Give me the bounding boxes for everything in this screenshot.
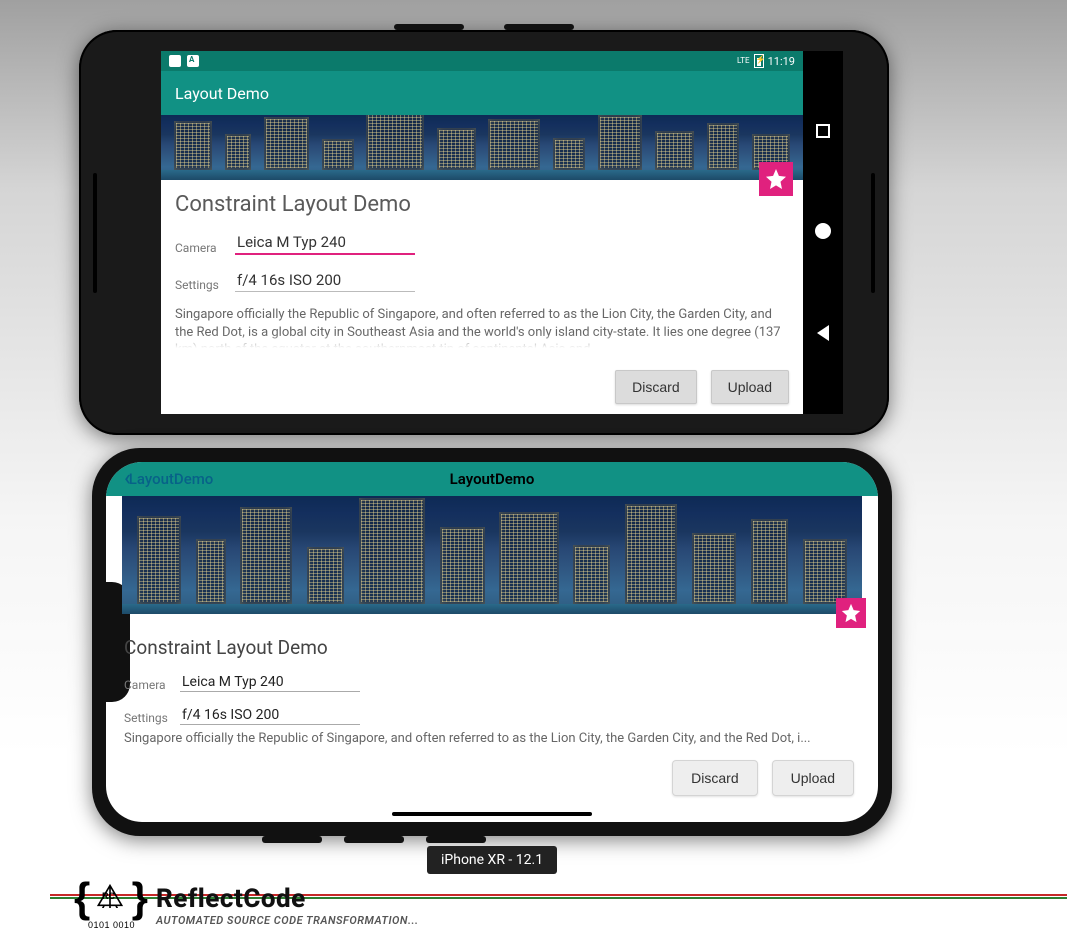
ios-back-label: LayoutDemo xyxy=(129,470,214,488)
iphone-screen: ‹ LayoutDemo LayoutDemo C xyxy=(106,462,878,822)
ios-nav-title: LayoutDemo xyxy=(450,470,535,488)
android-nav-bar xyxy=(803,51,843,414)
camera-input[interactable] xyxy=(235,231,415,255)
ios-nav-bar: ‹ LayoutDemo LayoutDemo xyxy=(106,462,878,496)
camera-input[interactable] xyxy=(180,673,360,692)
footer: { RC } 0101 0010 ReflectCode Automated s… xyxy=(0,880,1067,928)
status-time: 11:19 xyxy=(768,55,795,68)
keyboard-icon xyxy=(187,55,199,67)
discard-button[interactable]: Discard xyxy=(672,760,757,796)
settings-label: Settings xyxy=(175,278,223,292)
android-status-bar: LTE 11:19 xyxy=(161,51,803,71)
page-title: Constraint Layout Demo xyxy=(175,192,789,217)
home-button[interactable] xyxy=(815,223,831,239)
hero-image xyxy=(122,496,862,614)
device-label: iPhone XR - 12.1 xyxy=(427,846,557,874)
overview-button[interactable] xyxy=(816,124,830,138)
hero-image xyxy=(161,115,803,180)
star-icon xyxy=(840,602,862,624)
settings-label: Settings xyxy=(124,711,170,725)
android-app-bar: Layout Demo xyxy=(161,71,803,115)
description-text: Singapore officially the Republic of Sin… xyxy=(175,306,789,348)
upload-button[interactable]: Upload xyxy=(711,370,789,404)
iphone-device-frame: ‹ LayoutDemo LayoutDemo C xyxy=(92,448,892,836)
home-indicator[interactable] xyxy=(392,812,592,816)
ios-back-button[interactable]: ‹ LayoutDemo xyxy=(124,462,213,496)
page-title: Constraint Layout Demo xyxy=(124,636,860,659)
app-bar-title: Layout Demo xyxy=(175,84,269,103)
card-icon xyxy=(169,55,181,67)
brand-name: ReflectCode xyxy=(156,884,419,914)
discard-button[interactable]: Discard xyxy=(615,370,696,404)
reflectcode-logo: { RC } 0101 0010 xyxy=(76,880,146,928)
favorite-fab[interactable] xyxy=(836,598,866,628)
settings-input[interactable] xyxy=(180,706,360,725)
upload-button[interactable]: Upload xyxy=(772,760,854,796)
description-text: Singapore officially the Republic of Sin… xyxy=(124,731,860,746)
settings-input[interactable] xyxy=(235,269,415,292)
camera-label: Camera xyxy=(175,241,223,255)
brand-tagline: Automated source code transformation... xyxy=(156,914,419,927)
camera-label: Camera xyxy=(124,678,170,692)
battery-icon xyxy=(754,54,764,68)
android-device-frame: LTE 11:19 Layout Demo xyxy=(79,30,889,435)
back-button[interactable] xyxy=(817,325,829,341)
network-icon: LTE xyxy=(737,57,750,65)
android-screen: LTE 11:19 Layout Demo xyxy=(161,51,843,414)
